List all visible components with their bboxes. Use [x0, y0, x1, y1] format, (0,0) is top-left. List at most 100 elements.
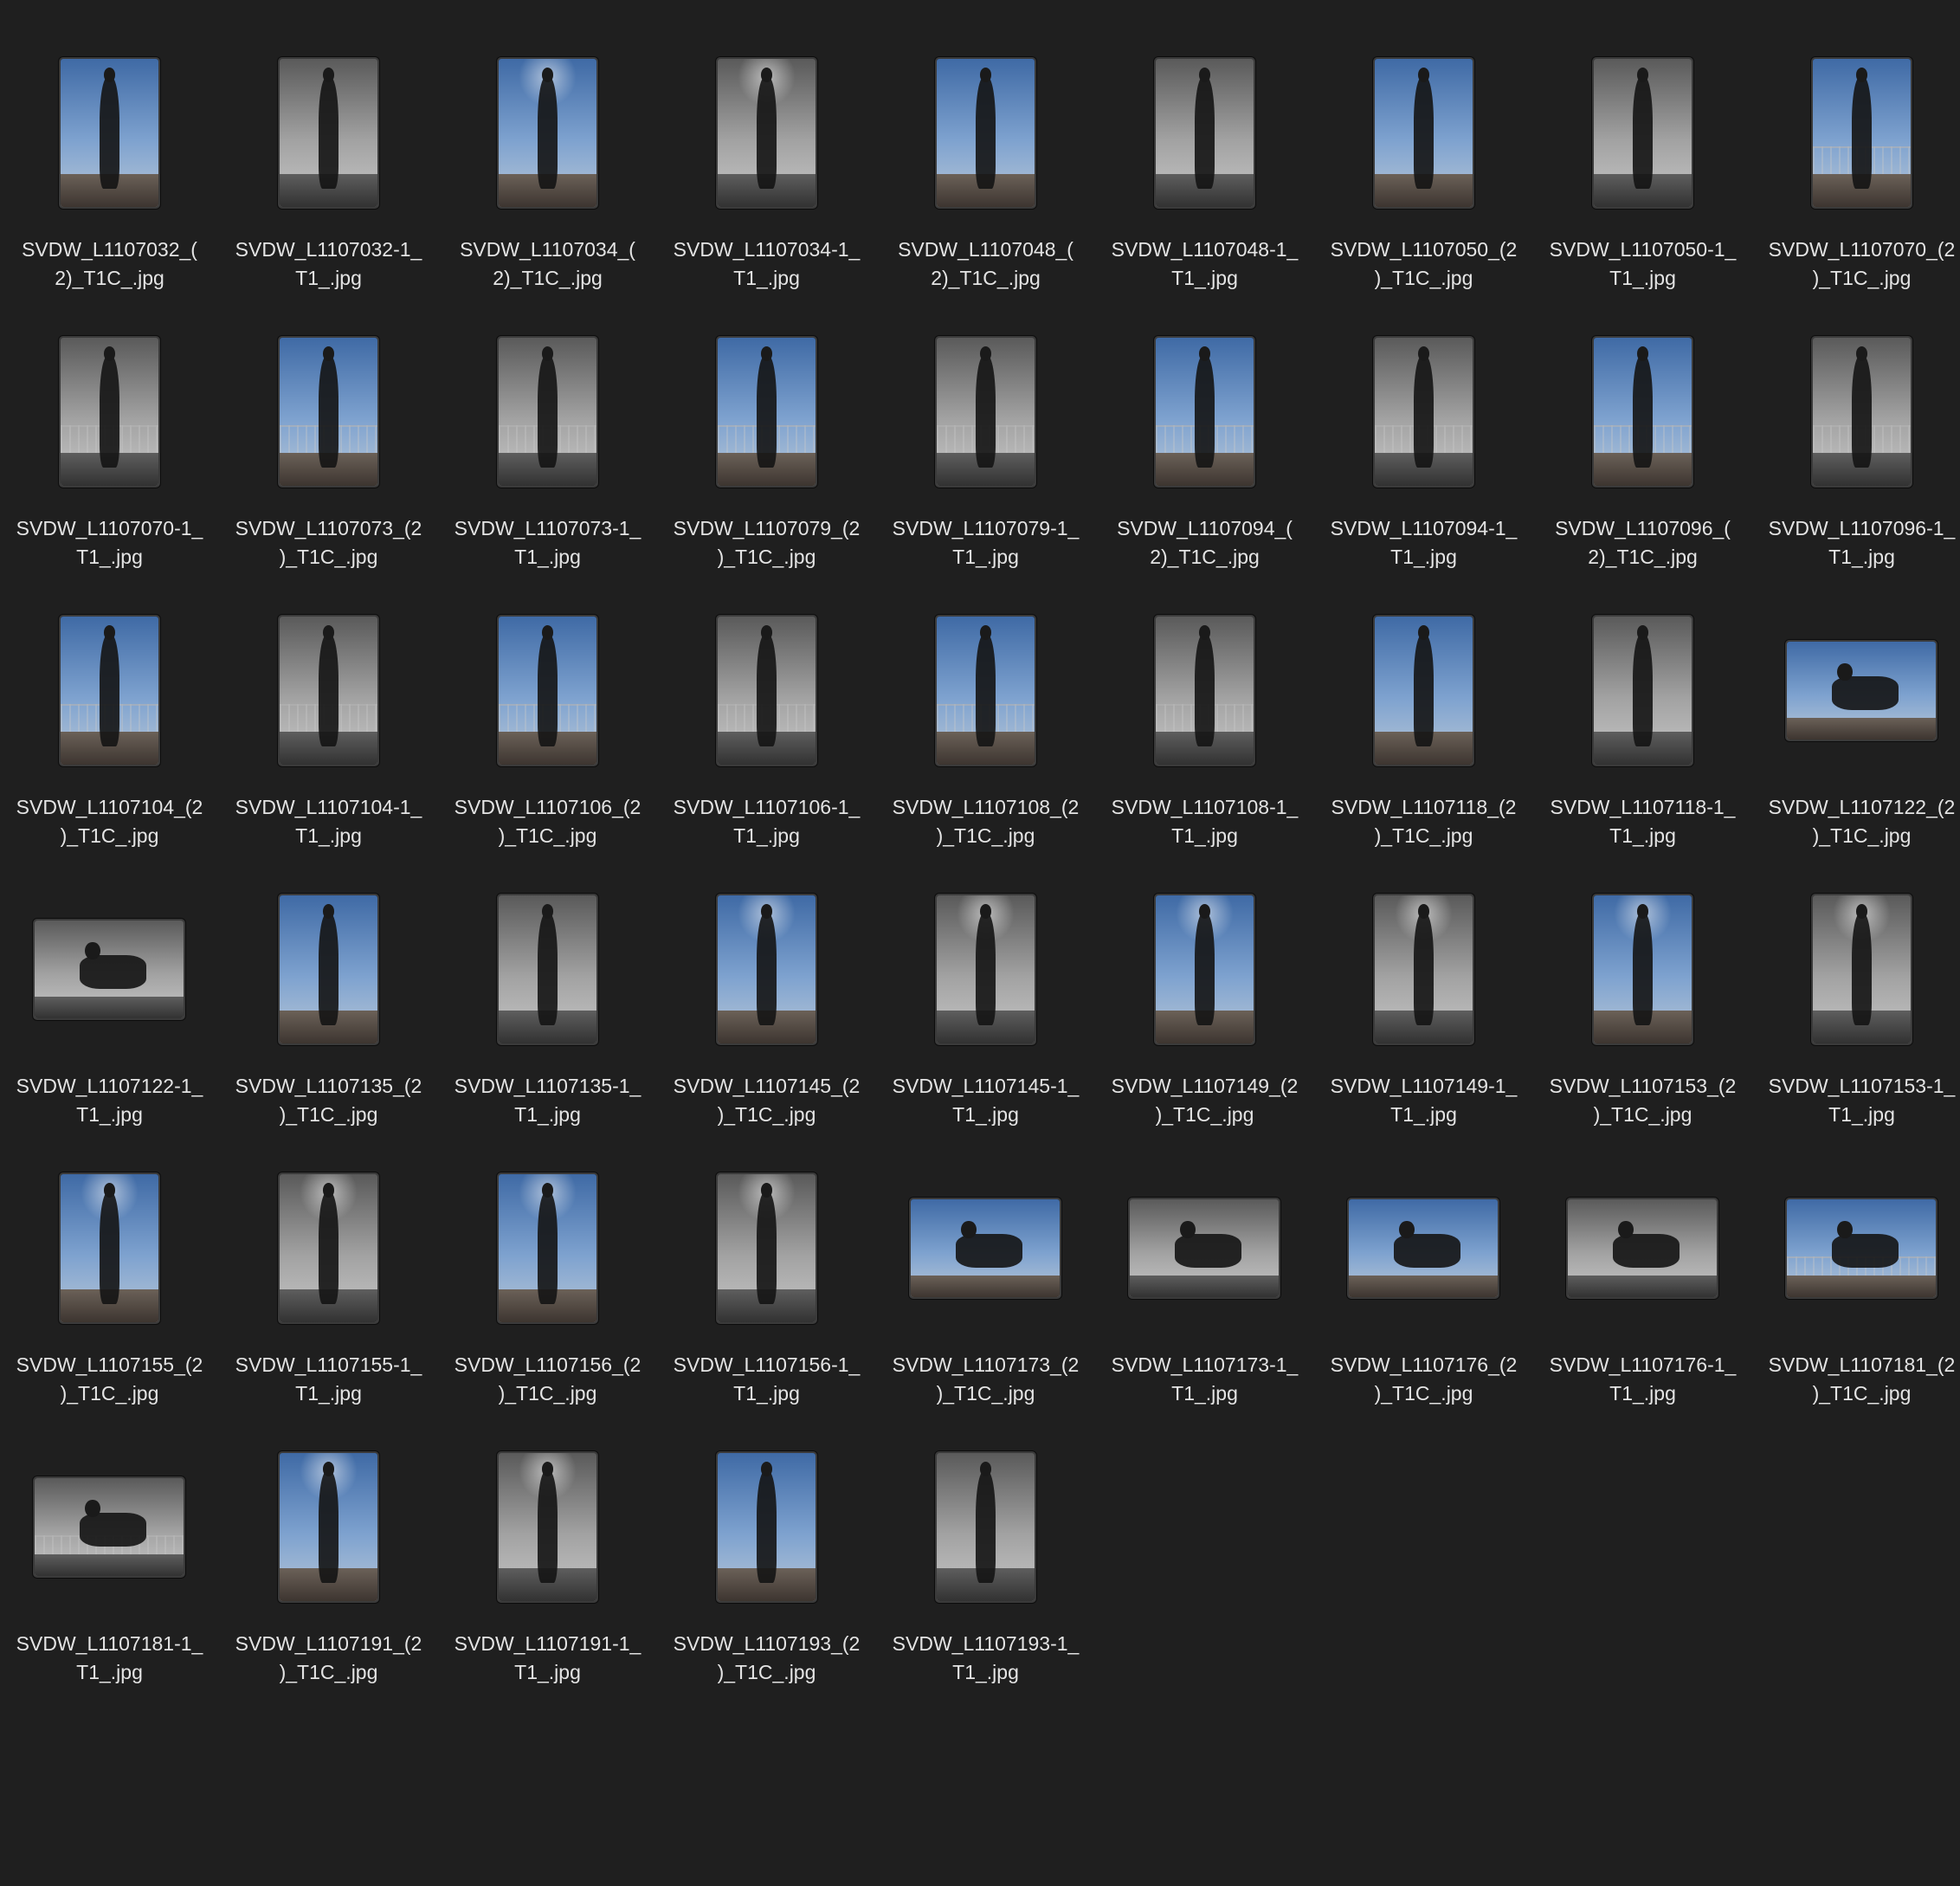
- image-thumbnail[interactable]: [716, 615, 817, 766]
- image-thumbnail[interactable]: [935, 1451, 1036, 1603]
- image-thumbnail[interactable]: [59, 57, 160, 209]
- file-item[interactable]: SVDW_L1107153-1_ T1_.jpg: [1752, 845, 1960, 1126]
- file-item[interactable]: SVDW_L1107034_(2)_T1C_.jpg: [438, 9, 657, 289]
- file-name-label[interactable]: SVDW_L1107070_(2)_T1C_.jpg: [1752, 236, 1960, 293]
- image-thumbnail[interactable]: [1154, 336, 1255, 488]
- image-thumbnail[interactable]: [1373, 894, 1474, 1045]
- image-thumbnail[interactable]: [1566, 1198, 1718, 1299]
- image-thumbnail[interactable]: [716, 894, 817, 1045]
- image-thumbnail[interactable]: [59, 615, 160, 766]
- file-name-label[interactable]: SVDW_L1107193_(2)_T1C_.jpg: [657, 1630, 876, 1687]
- file-item[interactable]: SVDW_L1107070_(2)_T1C_.jpg: [1752, 9, 1960, 289]
- file-item[interactable]: SVDW_L1107094-1_ T1_.jpg: [1314, 287, 1533, 568]
- image-thumbnail[interactable]: [1785, 640, 1937, 741]
- file-item[interactable]: SVDW_L1107181-1_ T1_.jpg: [0, 1403, 219, 1683]
- file-name-label[interactable]: SVDW_L1107156-1_ T1_.jpg: [657, 1351, 876, 1408]
- file-name-label[interactable]: SVDW_L1107048-1_ T1_.jpg: [1095, 236, 1314, 293]
- image-thumbnail[interactable]: [909, 1198, 1061, 1299]
- file-name-label[interactable]: SVDW_L1107181_(2)_T1C_.jpg: [1752, 1351, 1960, 1408]
- file-item[interactable]: SVDW_L1107032_(2)_T1C_.jpg: [0, 9, 219, 289]
- image-thumbnail[interactable]: [935, 57, 1036, 209]
- file-name-label[interactable]: SVDW_L1107094_(2)_T1C_.jpg: [1095, 514, 1314, 572]
- file-name-label[interactable]: SVDW_L1107034_(2)_T1C_.jpg: [438, 236, 657, 293]
- image-thumbnail[interactable]: [1128, 1198, 1280, 1299]
- file-item[interactable]: SVDW_L1107096-1_ T1_.jpg: [1752, 287, 1960, 568]
- image-thumbnail[interactable]: [1154, 615, 1255, 766]
- file-name-label[interactable]: SVDW_L1107191-1_ T1_.jpg: [438, 1630, 657, 1687]
- image-thumbnail[interactable]: [59, 1172, 160, 1324]
- image-thumbnail[interactable]: [278, 57, 379, 209]
- file-name-label[interactable]: SVDW_L1107181-1_ T1_.jpg: [0, 1630, 219, 1687]
- file-item[interactable]: SVDW_L1107073-1_ T1_.jpg: [438, 287, 657, 568]
- file-item[interactable]: SVDW_L1107073_(2)_T1C_.jpg: [219, 287, 438, 568]
- image-thumbnail[interactable]: [935, 336, 1036, 488]
- image-thumbnail[interactable]: [1373, 336, 1474, 488]
- file-item[interactable]: SVDW_L1107149_(2)_T1C_.jpg: [1095, 845, 1314, 1126]
- file-item[interactable]: SVDW_L1107079-1_ T1_.jpg: [876, 287, 1095, 568]
- file-name-label[interactable]: SVDW_L1107048_(2)_T1C_.jpg: [876, 236, 1095, 293]
- image-thumbnail[interactable]: [1592, 336, 1693, 488]
- image-thumbnail[interactable]: [278, 1451, 379, 1603]
- file-name-label[interactable]: SVDW_L1107096-1_ T1_.jpg: [1752, 514, 1960, 572]
- image-thumbnail[interactable]: [1592, 615, 1693, 766]
- image-thumbnail[interactable]: [1154, 57, 1255, 209]
- image-thumbnail[interactable]: [935, 615, 1036, 766]
- file-item[interactable]: SVDW_L1107118-1_ T1_.jpg: [1533, 566, 1752, 847]
- file-item[interactable]: SVDW_L1107079_(2)_T1C_.jpg: [657, 287, 876, 568]
- file-name-label[interactable]: SVDW_L1107106-1_ T1_.jpg: [657, 793, 876, 850]
- file-item[interactable]: SVDW_L1107156_(2)_T1C_.jpg: [438, 1124, 657, 1405]
- file-item[interactable]: SVDW_L1107094_(2)_T1C_.jpg: [1095, 287, 1314, 568]
- file-item[interactable]: SVDW_L1107135-1_ T1_.jpg: [438, 845, 657, 1126]
- image-thumbnail[interactable]: [1811, 336, 1912, 488]
- image-thumbnail[interactable]: [935, 894, 1036, 1045]
- file-name-label[interactable]: SVDW_L1107156_(2)_T1C_.jpg: [438, 1351, 657, 1408]
- image-thumbnail[interactable]: [1373, 57, 1474, 209]
- image-thumbnail[interactable]: [1811, 57, 1912, 209]
- image-thumbnail[interactable]: [716, 1451, 817, 1603]
- file-item[interactable]: SVDW_L1107193_(2)_T1C_.jpg: [657, 1403, 876, 1683]
- file-item[interactable]: SVDW_L1107048_(2)_T1C_.jpg: [876, 9, 1095, 289]
- file-name-label[interactable]: SVDW_L1107108-1_ T1_.jpg: [1095, 793, 1314, 850]
- file-item[interactable]: SVDW_L1107176_(2)_T1C_.jpg: [1314, 1124, 1533, 1405]
- file-item[interactable]: SVDW_L1107155_(2)_T1C_.jpg: [0, 1124, 219, 1405]
- file-name-label[interactable]: SVDW_L1107153-1_ T1_.jpg: [1752, 1072, 1960, 1129]
- file-item[interactable]: SVDW_L1107173-1_ T1_.jpg: [1095, 1124, 1314, 1405]
- file-item[interactable]: SVDW_L1107122_(2)_T1C_.jpg: [1752, 566, 1960, 847]
- file-item[interactable]: SVDW_L1107155-1_ T1_.jpg: [219, 1124, 438, 1405]
- image-thumbnail[interactable]: [278, 894, 379, 1045]
- file-item[interactable]: SVDW_L1107193-1_ T1_.jpg: [876, 1403, 1095, 1683]
- file-name-label[interactable]: SVDW_L1107153_(2)_T1C_.jpg: [1533, 1072, 1752, 1129]
- file-name-label[interactable]: SVDW_L1107191_(2)_T1C_.jpg: [219, 1630, 438, 1687]
- file-name-label[interactable]: SVDW_L1107106_(2)_T1C_.jpg: [438, 793, 657, 850]
- image-thumbnail[interactable]: [33, 919, 185, 1020]
- file-item[interactable]: SVDW_L1107104-1_ T1_.jpg: [219, 566, 438, 847]
- file-name-label[interactable]: SVDW_L1107122-1_ T1_.jpg: [0, 1072, 219, 1129]
- file-name-label[interactable]: SVDW_L1107118_(2)_T1C_.jpg: [1314, 793, 1533, 850]
- file-name-label[interactable]: SVDW_L1107094-1_ T1_.jpg: [1314, 514, 1533, 572]
- file-name-label[interactable]: SVDW_L1107122_(2)_T1C_.jpg: [1752, 793, 1960, 850]
- file-name-label[interactable]: SVDW_L1107155_(2)_T1C_.jpg: [0, 1351, 219, 1408]
- file-item[interactable]: SVDW_L1107181_(2)_T1C_.jpg: [1752, 1124, 1960, 1405]
- file-name-label[interactable]: SVDW_L1107176_(2)_T1C_.jpg: [1314, 1351, 1533, 1408]
- image-thumbnail[interactable]: [497, 1451, 598, 1603]
- image-thumbnail[interactable]: [497, 336, 598, 488]
- file-item[interactable]: SVDW_L1107191-1_ T1_.jpg: [438, 1403, 657, 1683]
- file-item[interactable]: SVDW_L1107135_(2)_T1C_.jpg: [219, 845, 438, 1126]
- image-thumbnail[interactable]: [278, 615, 379, 766]
- file-item[interactable]: SVDW_L1107108_(2)_T1C_.jpg: [876, 566, 1095, 847]
- file-name-label[interactable]: SVDW_L1107173_(2)_T1C_.jpg: [876, 1351, 1095, 1408]
- file-item[interactable]: SVDW_L1107191_(2)_T1C_.jpg: [219, 1403, 438, 1683]
- file-item[interactable]: SVDW_L1107145_(2)_T1C_.jpg: [657, 845, 876, 1126]
- file-item[interactable]: SVDW_L1107145-1_ T1_.jpg: [876, 845, 1095, 1126]
- file-item[interactable]: SVDW_L1107032-1_ T1_.jpg: [219, 9, 438, 289]
- image-thumbnail[interactable]: [33, 1476, 185, 1578]
- file-item[interactable]: SVDW_L1107176-1_ T1_.jpg: [1533, 1124, 1752, 1405]
- image-thumbnail[interactable]: [278, 1172, 379, 1324]
- file-name-label[interactable]: SVDW_L1107050_(2)_T1C_.jpg: [1314, 236, 1533, 293]
- image-thumbnail[interactable]: [278, 336, 379, 488]
- file-name-label[interactable]: SVDW_L1107145-1_ T1_.jpg: [876, 1072, 1095, 1129]
- image-thumbnail[interactable]: [1785, 1198, 1937, 1299]
- file-name-label[interactable]: SVDW_L1107050-1_ T1_.jpg: [1533, 236, 1752, 293]
- file-name-label[interactable]: SVDW_L1107193-1_ T1_.jpg: [876, 1630, 1095, 1687]
- file-name-label[interactable]: SVDW_L1107173-1_ T1_.jpg: [1095, 1351, 1314, 1408]
